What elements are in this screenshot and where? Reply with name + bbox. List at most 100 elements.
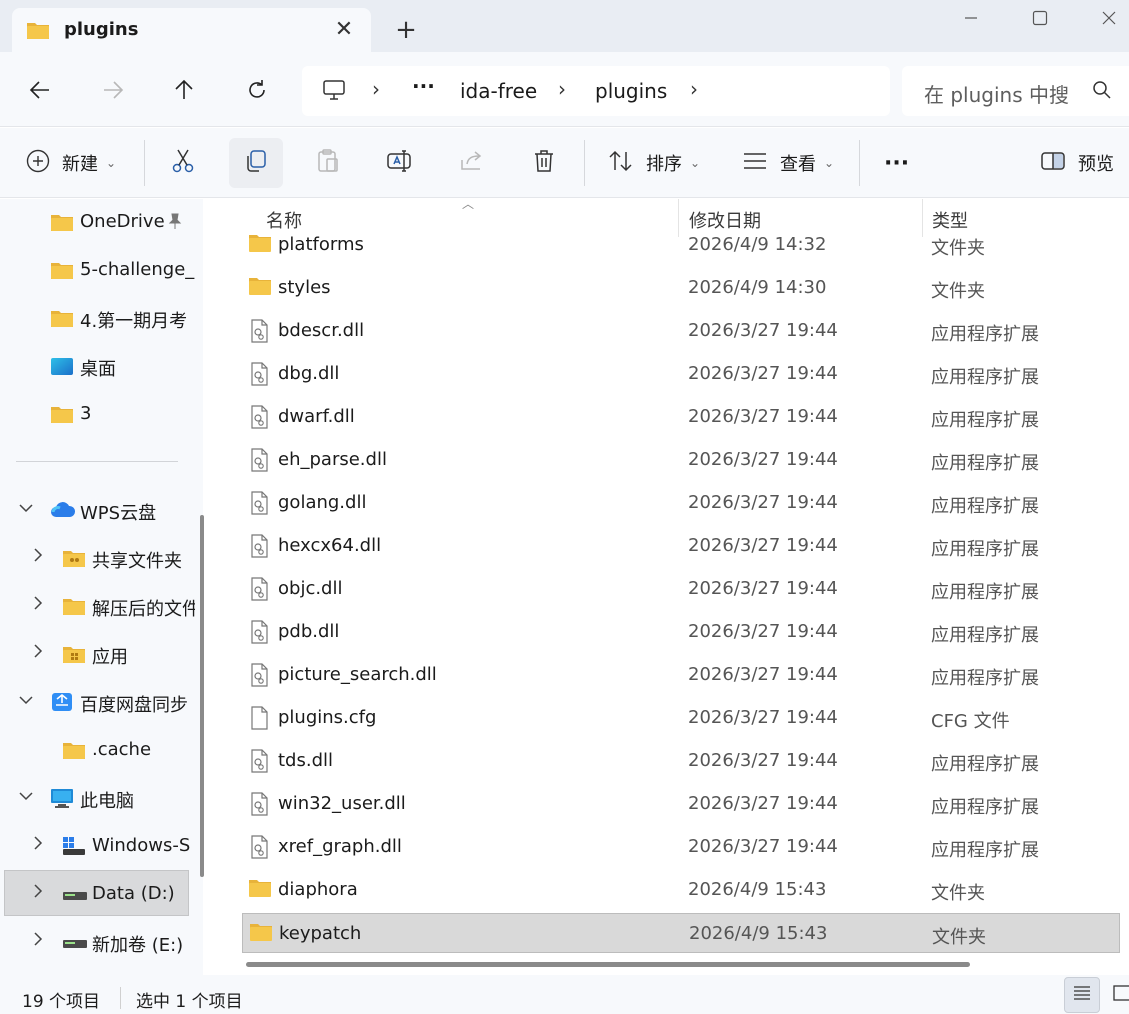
chevron-down-icon[interactable] xyxy=(16,693,36,709)
breadcrumb-plugins[interactable]: plugins xyxy=(595,79,667,103)
new-button[interactable]: 新建 ⌄ xyxy=(26,138,116,188)
minimize-icon[interactable] xyxy=(948,0,994,36)
file-row[interactable]: win32_user.dll 2026/3/27 19:44 应用程序扩展 xyxy=(242,784,1120,824)
cut-button[interactable] xyxy=(170,138,196,188)
file-date: 2026/3/27 19:44 xyxy=(688,492,838,513)
pin-icon xyxy=(166,212,184,235)
folder-icon xyxy=(248,276,272,301)
delete-button[interactable] xyxy=(531,138,557,188)
file-row[interactable]: styles 2026/4/9 14:30 文件夹 xyxy=(242,268,1120,308)
rename-button[interactable] xyxy=(386,138,414,188)
chevron-right-icon[interactable] xyxy=(28,836,48,854)
more-options-button[interactable]: ··· xyxy=(884,138,909,188)
sidebar-item-new-volume[interactable]: 新加卷 (E:) xyxy=(0,923,195,961)
chevron-right-icon[interactable] xyxy=(28,644,48,662)
copy-button[interactable] xyxy=(243,138,269,188)
chevron-down-icon: ⌄ xyxy=(824,156,835,170)
chevron-down-icon[interactable] xyxy=(16,789,36,805)
file-row[interactable]: keypatch 2026/4/9 15:43 文件夹 xyxy=(242,913,1120,953)
sidebar-item-monthly-exam[interactable]: 4.第一期月考 xyxy=(0,299,195,337)
forward-arrow-icon[interactable] xyxy=(95,72,131,108)
sidebar-item-3[interactable]: 3 xyxy=(0,395,195,433)
sidebar-item-label: .cache xyxy=(92,739,152,760)
file-row[interactable]: eh_parse.dll 2026/3/27 19:44 应用程序扩展 xyxy=(242,440,1120,480)
file-name: pdb.dll xyxy=(278,621,340,642)
search-box[interactable]: 在 plugins 中搜 xyxy=(902,66,1129,116)
sidebar-item-cache[interactable]: .cache xyxy=(0,731,195,769)
tiles-view-button[interactable] xyxy=(1104,977,1129,1013)
chevron-right-icon[interactable] xyxy=(28,932,48,950)
back-arrow-icon[interactable] xyxy=(22,72,58,108)
sidebar-item-shared-folder[interactable]: 共享文件夹 xyxy=(0,539,195,577)
preview-pane-icon xyxy=(1040,150,1066,177)
tab-plugins[interactable]: plugins ✕ xyxy=(12,8,371,52)
sidebar-item-baidu-sync[interactable]: 百度网盘同步 xyxy=(0,683,195,721)
item-count: 19 个项目 xyxy=(22,992,101,1012)
file-row[interactable]: plugins.cfg 2026/3/27 19:44 CFG 文件 xyxy=(242,698,1120,738)
sort-ascending-icon: ︿ xyxy=(462,197,475,211)
maximize-icon[interactable] xyxy=(1017,0,1063,36)
sort-button[interactable]: 排序 ⌄ xyxy=(608,138,700,188)
apps-folder-icon xyxy=(62,645,86,669)
sidebar-item-desktop[interactable]: 桌面 xyxy=(0,347,195,385)
breadcrumb-separator[interactable]: › xyxy=(372,77,380,101)
file-type: CFG 文件 xyxy=(931,711,1010,732)
close-tab-icon[interactable]: ✕ xyxy=(330,16,358,44)
refresh-icon[interactable] xyxy=(239,72,275,108)
up-arrow-icon[interactable] xyxy=(166,72,202,108)
file-row[interactable]: dbg.dll 2026/3/27 19:44 应用程序扩展 xyxy=(242,354,1120,394)
view-button[interactable]: 查看 ⌄ xyxy=(742,138,834,188)
file-row[interactable]: dwarf.dll 2026/3/27 19:44 应用程序扩展 xyxy=(242,397,1120,437)
breadcrumb-ida-free[interactable]: ida-free xyxy=(460,79,537,103)
sidebar-item-label: 新加卷 (E:) xyxy=(92,935,184,956)
horizontal-scrollbar[interactable] xyxy=(246,962,970,967)
chevron-down-icon[interactable] xyxy=(16,501,36,517)
preview-button[interactable]: 预览 xyxy=(1040,138,1114,188)
file-row[interactable]: tds.dll 2026/3/27 19:44 应用程序扩展 xyxy=(242,741,1120,781)
file-name: dbg.dll xyxy=(278,363,340,384)
chevron-right-icon[interactable] xyxy=(28,884,48,902)
file-date: 2026/3/27 19:44 xyxy=(688,535,838,556)
search-input[interactable]: 在 plugins 中搜 xyxy=(924,79,1069,108)
file-row[interactable]: picture_search.dll 2026/3/27 19:44 应用程序扩展 xyxy=(242,655,1120,695)
breadcrumb-separator[interactable]: › xyxy=(690,77,698,101)
search-icon[interactable] xyxy=(1092,80,1112,105)
paste-button[interactable] xyxy=(315,138,341,188)
dll-file-icon xyxy=(248,749,270,778)
file-row[interactable]: bdescr.dll 2026/3/27 19:44 应用程序扩展 xyxy=(242,311,1120,351)
sidebar-item-apps[interactable]: 应用 xyxy=(0,635,195,673)
chevron-right-icon[interactable] xyxy=(28,548,48,566)
close-window-icon[interactable] xyxy=(1086,0,1129,36)
file-row[interactable]: hexcx64.dll 2026/3/27 19:44 应用程序扩展 xyxy=(242,526,1120,566)
selected-count: 选中 1 个项目 xyxy=(136,992,243,1012)
sidebar-item-5-challenge[interactable]: 5-challenge_ xyxy=(0,251,195,289)
share-button[interactable] xyxy=(459,138,485,188)
status-bar: 19 个项目 选中 1 个项目 xyxy=(0,975,1129,1014)
file-type: 应用程序扩展 xyxy=(931,797,1039,818)
details-view-button[interactable] xyxy=(1064,977,1100,1013)
sidebar-item-this-pc[interactable]: 此电脑 xyxy=(0,779,195,817)
sidebar-scrollbar[interactable] xyxy=(200,515,204,877)
file-row[interactable]: objc.dll 2026/3/27 19:44 应用程序扩展 xyxy=(242,569,1120,609)
file-row[interactable]: xref_graph.dll 2026/3/27 19:44 应用程序扩展 xyxy=(242,827,1120,867)
file-date: 2026/3/27 19:44 xyxy=(688,406,838,427)
sidebar-item-extracted-files[interactable]: 解压后的文件 xyxy=(0,587,195,625)
sidebar-item-wps-cloud[interactable]: WPS云盘 xyxy=(0,491,195,529)
sidebar-item-windows-drive[interactable]: Windows-S xyxy=(0,827,195,865)
file-row[interactable]: pdb.dll 2026/3/27 19:44 应用程序扩展 xyxy=(242,612,1120,652)
sidebar-item-onedrive[interactable]: OneDrive xyxy=(0,203,195,241)
address-bar[interactable]: › ··· ida-free › plugins › xyxy=(302,66,890,116)
view-list-icon xyxy=(742,150,768,177)
computer-icon xyxy=(50,787,74,814)
file-type: 应用程序扩展 xyxy=(931,324,1039,345)
sidebar-item-label: 百度网盘同步 xyxy=(80,695,188,716)
file-row[interactable]: diaphora 2026/4/9 15:43 文件夹 xyxy=(242,870,1120,910)
computer-icon[interactable] xyxy=(322,78,346,107)
breadcrumb-more[interactable]: ··· xyxy=(412,74,435,98)
chevron-right-icon[interactable] xyxy=(28,596,48,614)
file-row[interactable]: platforms 2026/4/9 14:32 文件夹 xyxy=(242,225,1120,265)
breadcrumb-separator[interactable]: › xyxy=(558,77,566,101)
sidebar-item-data-drive[interactable]: Data (D:) xyxy=(0,875,195,913)
new-tab-button[interactable]: + xyxy=(390,14,422,46)
file-row[interactable]: golang.dll 2026/3/27 19:44 应用程序扩展 xyxy=(242,483,1120,523)
